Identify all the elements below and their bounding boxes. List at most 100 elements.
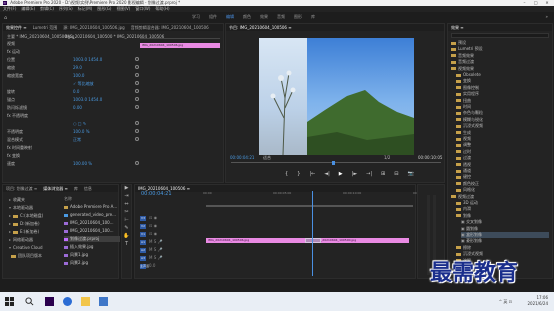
reset-icon[interactable] [135,129,139,133]
effects-tree-item[interactable]: ▣ 交叉划像 [461,219,549,225]
disclosure-triangle-icon[interactable]: ▸ [9,197,11,202]
track-name[interactable]: A3 [140,255,146,261]
maximize-button[interactable]: □ [531,0,541,5]
ec-clip-bar[interactable]: IMG_20210604_100506.jpg [140,43,220,48]
tool-button[interactable]: ▶ [122,185,131,193]
tab-project[interactable]: 项目: 划像过渡 ≡ [6,186,37,192]
media-browser-item[interactable]: ▸ E:(新加卷) [9,229,39,235]
effects-tree-item[interactable]: 音频效果 [451,53,549,59]
workspace-more-icon[interactable]: » [546,14,548,19]
effects-tree-item[interactable]: ▣ 圆划像 [461,226,549,232]
effects-tree-item[interactable]: 变换 [456,78,549,84]
tab-program[interactable]: 节目: IMG_20210604_100506 ≡ [229,25,292,31]
program-current-timecode[interactable]: 00:00:04:21 [230,155,254,160]
effects-tree-item[interactable]: 键控 [456,174,549,180]
transport-button[interactable]: { [285,171,288,177]
track-controls[interactable]: 0.0 [149,263,155,268]
transport-button[interactable]: ◄| [324,171,330,177]
program-zoom-select[interactable]: 适合 [263,155,271,161]
media-browser-item[interactable]: ▸ 网络驱动器 [9,237,33,243]
media-browser-item[interactable]: ▸ 收藏夹 [9,197,25,203]
transport-button[interactable]: |← [309,171,315,177]
transport-button[interactable]: ⊞ [381,171,385,177]
reset-icon[interactable] [135,65,139,69]
effects-tree-item[interactable]: 视频过渡 [451,194,549,200]
tab-effects[interactable]: 效果 ≡ [451,25,464,31]
track-controls[interactable]: ⊡ ◉ [149,231,157,236]
workspace-tab[interactable]: 库 [311,14,315,19]
track-controls[interactable]: ⊡ ◉ [149,223,157,228]
workspace-tab[interactable]: 音频 [277,14,285,19]
tab-effect-controls[interactable]: 效果控件 ≡ [6,25,27,31]
ec-property-value[interactable]: 0.0 [73,89,79,94]
ec-property-value[interactable]: ✓ 等比缩放 [73,81,94,87]
reset-icon[interactable] [135,57,139,61]
workspace-tab[interactable]: 学习 [192,14,200,19]
track-controls[interactable]: M S 🎤 [149,247,163,252]
disclosure-triangle-icon[interactable]: ▸ [9,237,11,242]
media-browser-item[interactable]: 团队项目版本 [9,253,42,259]
workspace-tab[interactable]: 图形 [294,14,302,19]
media-file-row[interactable]: Adobe Premiere Pro A... [64,204,120,210]
effects-tree-item[interactable]: 杂色与颗粒 [456,110,549,116]
media-file-row[interactable]: IMG_20210604_100... [64,228,120,234]
track-name[interactable]: V3 [140,215,146,221]
effects-tree-item[interactable]: 模糊与锐化 [456,117,549,123]
workspace-tab[interactable]: 颜色 [243,14,251,19]
effects-tree-item[interactable]: Lumetri 预设 [451,46,549,52]
system-clock[interactable]: 17:06 2021/6/24 [527,295,548,307]
reset-icon[interactable] [135,161,139,165]
media-list-header[interactable]: 名称 [64,196,72,202]
reset-icon[interactable] [135,137,139,141]
effects-tree-item[interactable]: 颜色校正 [456,181,549,187]
disclosure-triangle-icon[interactable]: ▸ [9,213,11,218]
effects-tree-item[interactable]: 透视 [456,162,549,168]
effects-tree-item[interactable]: 实用程序 [456,91,549,97]
windows-start-icon[interactable] [5,297,14,306]
media-file-row[interactable]: 风景2.jpg [64,260,120,266]
reset-icon[interactable] [135,73,139,77]
tool-button[interactable]: T [122,241,131,249]
media-browser-item[interactable]: ▾ Creative Cloud [9,245,42,251]
system-tray[interactable]: ^ 英 ⊡ [499,299,512,305]
disclosure-triangle-icon[interactable]: ▸ [9,221,11,226]
effects-tree-item[interactable]: 沉浸式视频 [456,123,549,129]
track-name[interactable]: V2 [140,223,146,229]
program-scrub-bar[interactable] [231,162,441,166]
tool-button[interactable]: ⇔ [122,201,131,209]
effects-tree-item[interactable]: 调整 [456,142,549,148]
tab-media-browser[interactable]: 媒体浏览器 ≡ [43,186,68,192]
program-resolution-select[interactable]: 1/2 [384,155,390,160]
media-file-row[interactable]: generated_video_pre... [64,212,120,218]
home-icon[interactable]: ⌂ [4,15,7,21]
effects-tree-item[interactable]: 图像控制 [456,85,549,91]
media-browser-item[interactable]: ▸ C:(本地磁盘) [9,213,43,219]
track-controls[interactable]: M S 🎤 [149,239,163,244]
workspace-tab[interactable]: 组件 [209,14,217,19]
reset-icon[interactable] [135,81,139,85]
disclosure-triangle-icon[interactable]: ▸ [9,229,11,234]
effects-tree-item[interactable]: 生成 [456,130,549,136]
browser-taskbar-icon[interactable] [63,297,72,306]
disclosure-triangle-icon[interactable]: ▾ [9,245,11,250]
effects-tree-item[interactable]: 内滑 [456,206,549,212]
media-file-row[interactable]: 风景1.jpg [64,252,120,258]
tool-button[interactable]: ✂ [122,209,131,217]
timeline-timecode[interactable]: 00:00:04:21 [141,191,172,197]
reset-icon[interactable] [135,97,139,101]
close-button[interactable]: ✕ [542,0,552,5]
tool-button[interactable]: ✋ [122,233,131,241]
ec-property-value[interactable]: 29.0 [73,65,82,70]
tab-lumetri-scopes[interactable]: Lumetri 范围 [33,25,58,31]
ec-property-value[interactable]: 100.0 % [73,129,90,134]
minimize-button[interactable]: – [519,0,529,5]
reset-icon[interactable] [135,89,139,93]
media-browser-item[interactable]: ▾ 本地驱动器 [9,205,33,211]
file-explorer-icon[interactable] [81,297,90,306]
tab-info[interactable]: 信息 [84,186,92,192]
ec-property-value[interactable]: 100.0 [73,73,84,78]
timeline-clip[interactable]: IMG_20210604_100500.jpg [313,238,409,243]
media-browser-item[interactable]: ▸ D:(新加卷) [9,221,40,227]
effects-tree-item[interactable]: 划像 [456,213,549,219]
transport-button[interactable]: |► [352,171,358,177]
